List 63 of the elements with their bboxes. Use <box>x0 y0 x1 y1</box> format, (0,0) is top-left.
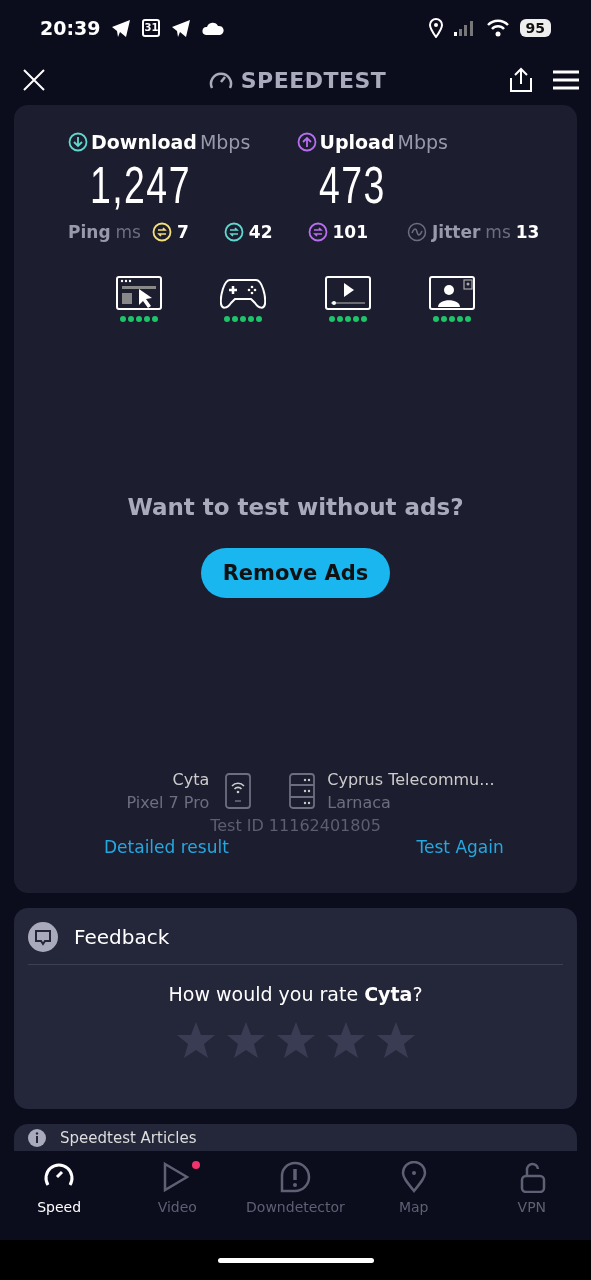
download-icon <box>68 132 88 153</box>
nav-tab[interactable]: Speed <box>4 1161 115 1241</box>
server-name: Cyprus Telecommu... <box>327 769 495 792</box>
test-again-link[interactable]: Test Again <box>416 837 504 858</box>
nav-tab[interactable]: Map <box>358 1161 469 1241</box>
app-title: SPEEDTEST <box>240 67 387 93</box>
unit-label: ms <box>115 222 141 243</box>
gamepad-icon <box>220 276 267 311</box>
rating-question: How would you rate Cyta? <box>167 983 424 1005</box>
share-icon[interactable] <box>509 67 533 94</box>
nav-tab[interactable]: VPN <box>476 1161 587 1241</box>
close-icon[interactable] <box>22 68 46 93</box>
home-indicator[interactable] <box>217 1257 374 1263</box>
download-speed: 1,247 <box>90 157 192 215</box>
provider-name: Cyta <box>171 769 210 792</box>
star-icon[interactable] <box>325 1021 366 1059</box>
jitter-label: Jitter <box>432 222 481 243</box>
telegram-icon <box>110 17 133 38</box>
nav-tab[interactable]: Downdetector <box>240 1161 351 1241</box>
server-location: Larnaca <box>327 792 392 815</box>
alert-icon[interactable] <box>279 1161 312 1194</box>
wifi-icon <box>485 18 510 37</box>
star-icon[interactable] <box>175 1021 216 1059</box>
upload-speed: 473 <box>318 157 387 215</box>
section-title: Speedtest Articles <box>60 1129 197 1148</box>
detailed-result-link[interactable]: Detailed result <box>104 837 229 858</box>
clock: 20:39 <box>40 16 101 39</box>
ping-value: 42 <box>248 222 273 243</box>
info-icon <box>28 1129 46 1148</box>
jitter-icon <box>407 222 427 243</box>
jitter-value: 13 <box>515 222 540 243</box>
upload-icon <box>296 132 317 153</box>
nav-tab[interactable]: Video <box>122 1161 233 1241</box>
phone-wifi-icon <box>225 773 252 810</box>
device-name: Pixel 7 Pro <box>126 792 210 815</box>
upload-label: Upload <box>319 131 395 154</box>
server-icon <box>289 773 316 810</box>
browser-icon <box>116 276 162 311</box>
unit-label: Mbps <box>199 131 251 154</box>
video-call-icon <box>429 276 475 311</box>
download-label: Download <box>91 131 197 154</box>
battery-indicator: 95 <box>519 18 551 37</box>
unit-label: Mbps <box>397 131 448 154</box>
feedback-title: Feedback <box>74 925 170 949</box>
star-icon[interactable] <box>225 1021 266 1059</box>
unit-label: ms <box>485 222 511 243</box>
gauge-icon <box>208 70 233 91</box>
remove-ads-button[interactable]: Remove Ads <box>200 548 391 599</box>
telegram-icon <box>170 17 193 38</box>
video-player-icon <box>324 276 371 311</box>
calendar-icon: 31 <box>142 18 161 37</box>
ping-value: 101 <box>332 222 368 243</box>
ping-value: 7 <box>177 222 189 243</box>
star-icon[interactable] <box>375 1021 416 1059</box>
signal-icon <box>453 19 476 36</box>
cloud-icon <box>202 20 225 35</box>
promo-text: Want to test without ads? <box>126 494 465 521</box>
ping-label: Ping <box>68 222 111 243</box>
location-icon <box>427 17 444 38</box>
menu-icon[interactable] <box>553 70 579 91</box>
star-icon[interactable] <box>275 1021 316 1059</box>
test-id: Test ID 11162401805 <box>209 816 382 836</box>
feedback-icon <box>28 922 58 952</box>
